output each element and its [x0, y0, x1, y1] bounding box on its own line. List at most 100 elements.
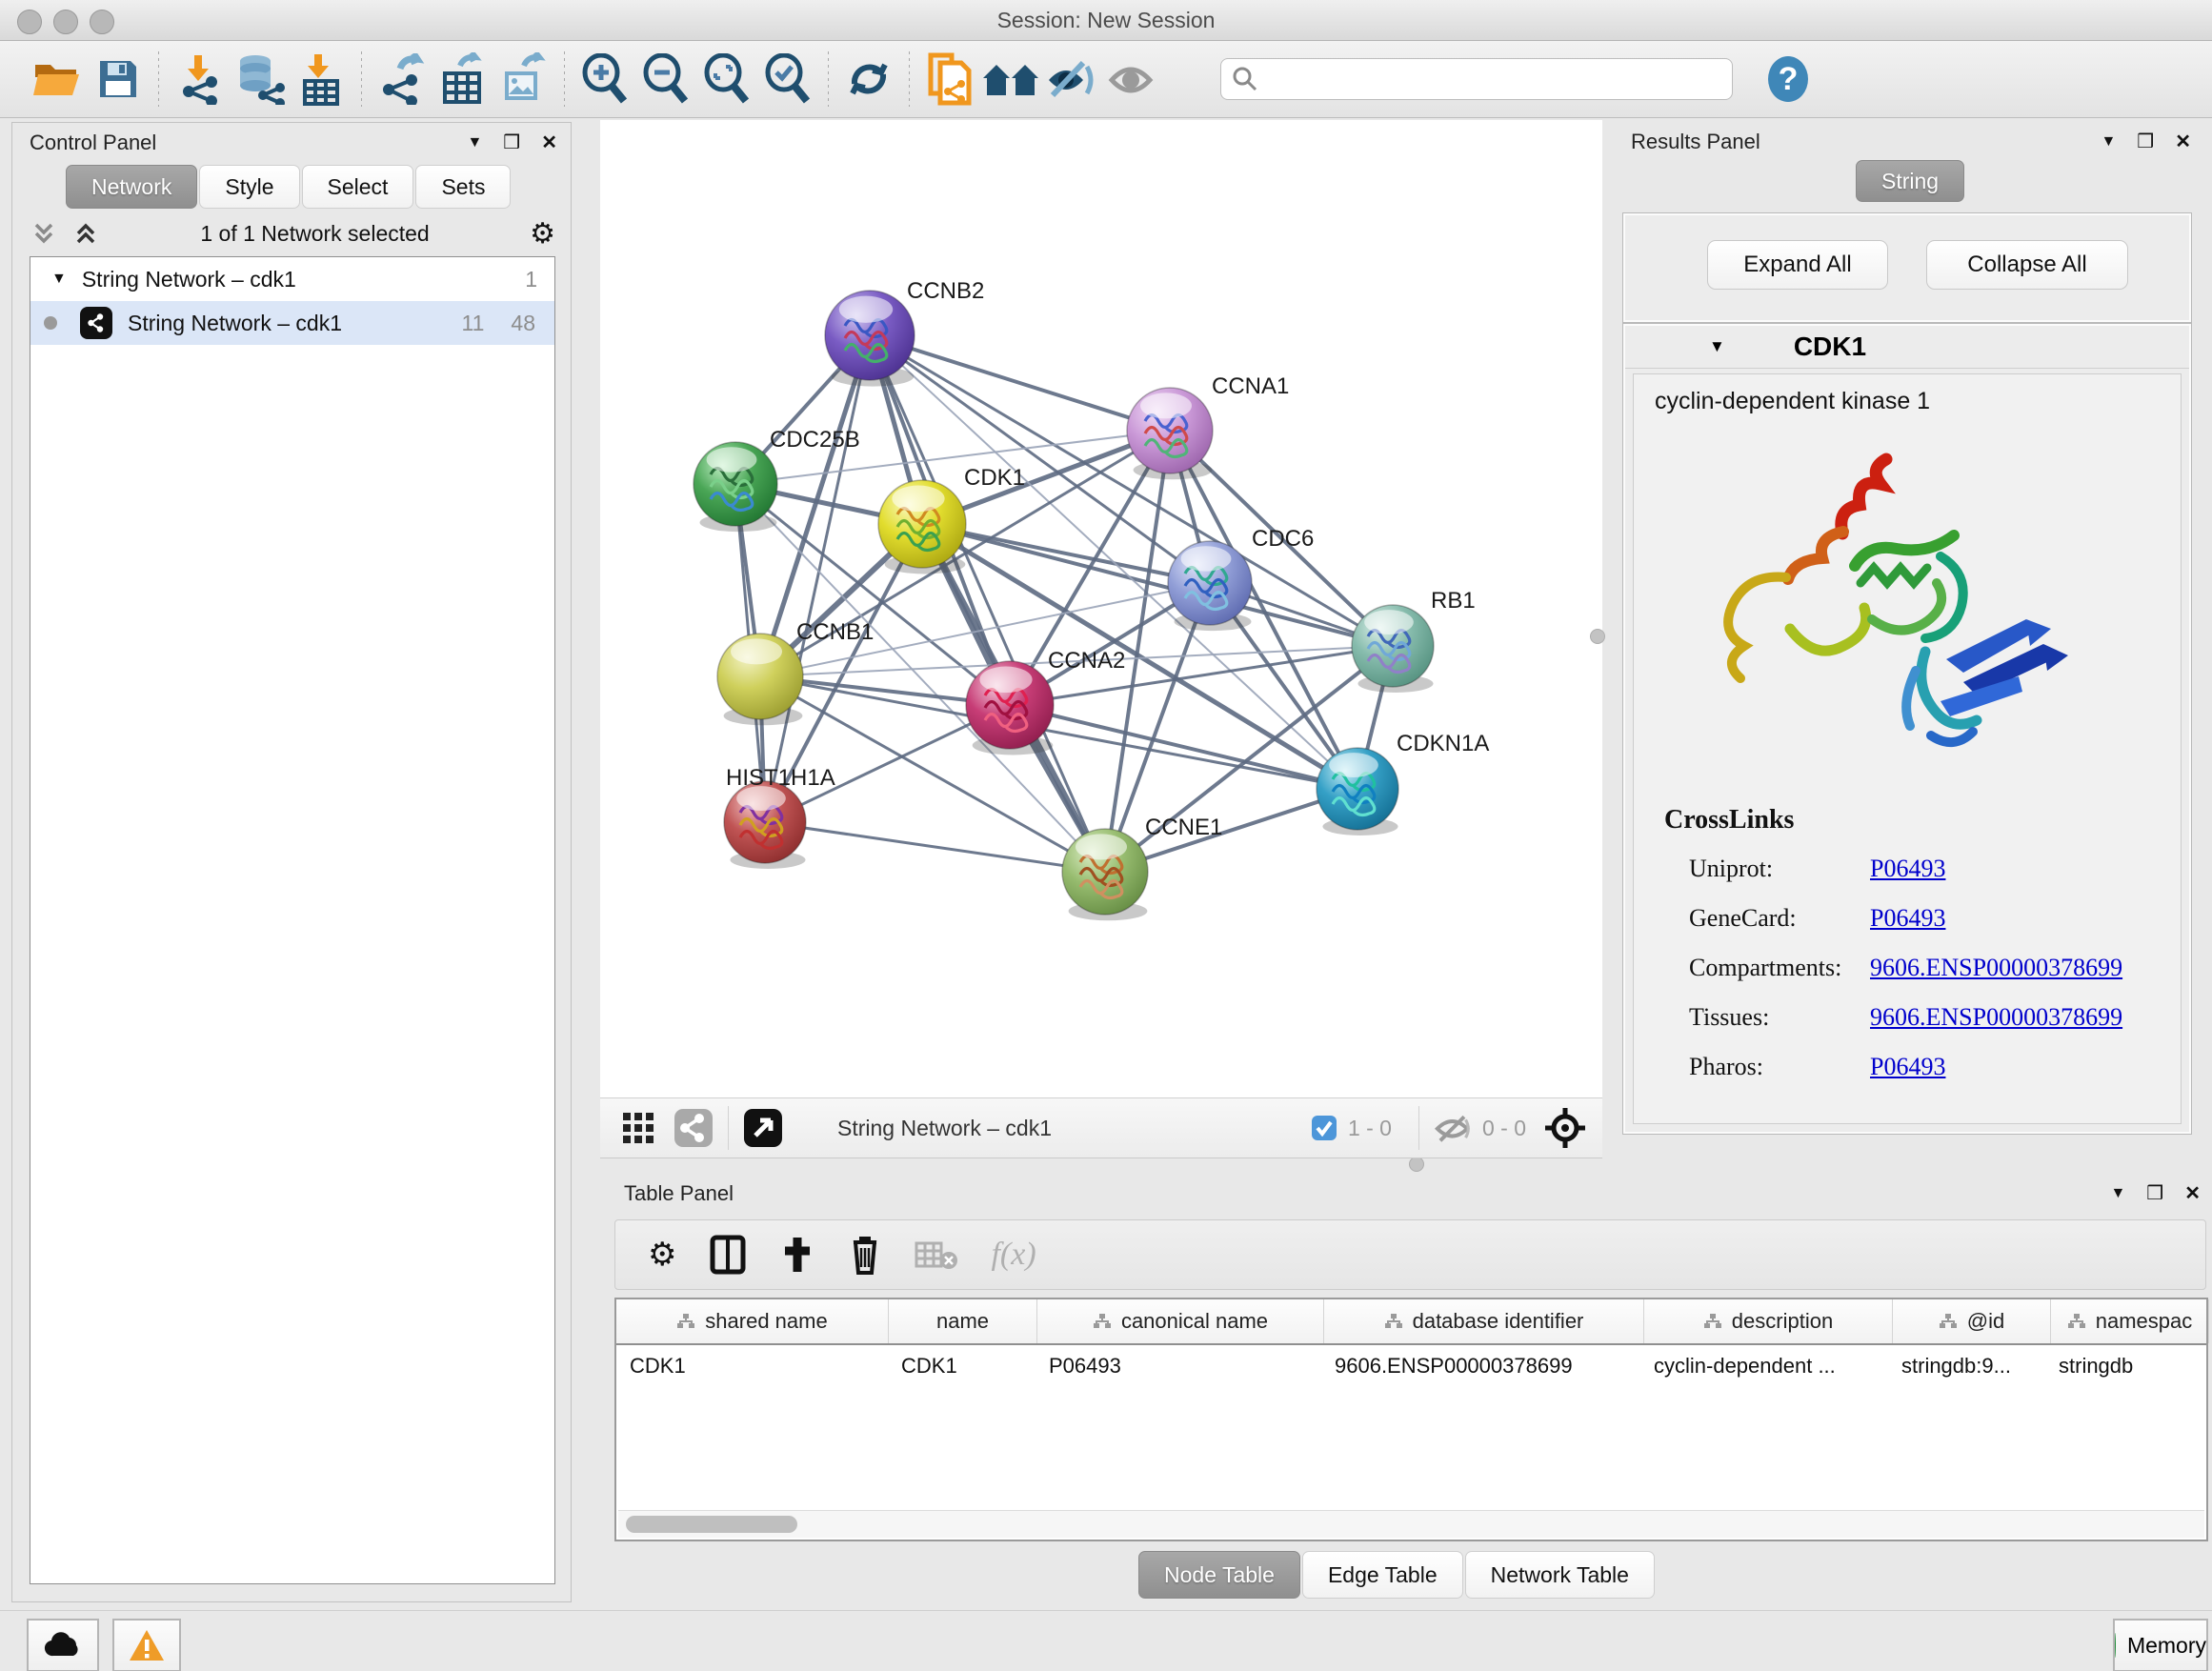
- gene-collapse-icon[interactable]: ▼: [1709, 337, 1725, 356]
- column-header-namespac[interactable]: namespac: [2051, 1299, 2209, 1343]
- crosslink-label: Uniprot:: [1689, 855, 1870, 883]
- column-header-shared-name[interactable]: shared name: [616, 1299, 889, 1343]
- panel-close-icon[interactable]: ✕: [541, 131, 557, 154]
- zoom-fit-button[interactable]: [696, 49, 757, 110]
- tab-network[interactable]: Network: [66, 165, 197, 209]
- selected-checkbox-icon[interactable]: [1310, 1114, 1338, 1142]
- results-close-icon[interactable]: ✕: [2175, 130, 2191, 153]
- node-CDC6[interactable]: CDC6: [1168, 526, 1314, 631]
- results-menu-icon[interactable]: ▼: [2101, 133, 2116, 151]
- node-CDKN1A[interactable]: CDKN1A: [1317, 731, 1489, 836]
- network-row[interactable]: String Network – cdk1 11 48: [30, 301, 554, 345]
- collapse-all-button[interactable]: Collapse All: [1926, 240, 2128, 290]
- detach-view-icon[interactable]: [742, 1107, 784, 1149]
- tab-node-table[interactable]: Node Table: [1138, 1551, 1300, 1599]
- apply-preferred-layout-button[interactable]: [838, 49, 899, 110]
- cell[interactable]: 9606.ENSP00000378699: [1321, 1345, 1640, 1387]
- node-CCNB2[interactable]: CCNB2: [825, 278, 984, 387]
- create-column-icon[interactable]: [779, 1234, 815, 1276]
- table-options-gear-icon[interactable]: ⚙: [648, 1236, 676, 1274]
- cloud-button[interactable]: [27, 1619, 99, 1671]
- network-canvas[interactable]: CCNB2CCNA1CDC25BCDK1CDC6RB1CCNB1CCNA2CDK…: [600, 120, 1602, 1097]
- results-float-icon[interactable]: ❒: [2137, 130, 2154, 153]
- table-close-icon[interactable]: ✕: [2184, 1181, 2201, 1205]
- crosslink-link[interactable]: 9606.ENSP00000378699: [1870, 954, 2122, 982]
- column-header--id[interactable]: @id: [1893, 1299, 2051, 1343]
- crosslink-link[interactable]: P06493: [1870, 855, 1945, 883]
- export-image-button[interactable]: [493, 49, 554, 110]
- tab-select[interactable]: Select: [302, 165, 414, 209]
- column-header-description[interactable]: description: [1644, 1299, 1893, 1343]
- collapse-all-icon[interactable]: [30, 219, 58, 248]
- vertical-splitter-handle[interactable]: [1590, 629, 1605, 644]
- birdseye-crosshair-icon[interactable]: [1543, 1106, 1587, 1150]
- crosslinks-heading: CrossLinks: [1664, 805, 2181, 836]
- zoom-in-button[interactable]: [574, 49, 635, 110]
- cell[interactable]: P06493: [1036, 1345, 1321, 1387]
- network-options-gear-icon[interactable]: ⚙: [530, 217, 555, 251]
- zoom-selected-button[interactable]: [757, 49, 818, 110]
- column-header-name[interactable]: name: [889, 1299, 1037, 1343]
- column-header-canonical-name[interactable]: canonical name: [1037, 1299, 1324, 1343]
- scrollbar-thumb[interactable]: [626, 1516, 797, 1533]
- import-table-from-file-button[interactable]: [291, 49, 352, 110]
- export-network-button[interactable]: [372, 49, 432, 110]
- panel-menu-icon[interactable]: ▼: [467, 134, 482, 151]
- import-network-from-file-button[interactable]: [169, 49, 230, 110]
- delete-column-icon[interactable]: [848, 1233, 882, 1277]
- cell[interactable]: stringdb: [2045, 1345, 2202, 1387]
- memory-button[interactable]: Memory: [2113, 1619, 2208, 1671]
- expand-all-icon[interactable]: [71, 219, 100, 248]
- save-session-button[interactable]: [88, 49, 149, 110]
- export-image-icon: [499, 52, 549, 106]
- node-label-RB1: RB1: [1431, 588, 1476, 614]
- gene-section-header[interactable]: ▼ CDK1: [1625, 326, 2189, 369]
- main-toolbar: ?: [0, 41, 2212, 118]
- table-row[interactable]: CDK1CDK1P064939606.ENSP00000378699cyclin…: [616, 1345, 2206, 1387]
- export-table-button[interactable]: [432, 49, 493, 110]
- table-menu-icon[interactable]: ▼: [2110, 1185, 2125, 1202]
- tree-expand-icon[interactable]: ▼: [51, 271, 67, 288]
- clone-network-button[interactable]: [919, 49, 980, 110]
- network-view-icon[interactable]: [673, 1107, 714, 1149]
- expand-all-button[interactable]: Expand All: [1707, 240, 1888, 290]
- import-network-from-database-button[interactable]: [230, 49, 291, 110]
- crosslink-link[interactable]: P06493: [1870, 904, 1945, 933]
- cell[interactable]: cyclin-dependent ...: [1640, 1345, 1888, 1387]
- crosslink-link[interactable]: 9606.ENSP00000378699: [1870, 1003, 2122, 1032]
- network-selection-text: 1 of 1 Network selected: [100, 221, 530, 247]
- table-horizontal-scrollbar[interactable]: [618, 1510, 2204, 1538]
- node-RB1[interactable]: RB1: [1352, 588, 1476, 693]
- node-HIST1H1A[interactable]: HIST1H1A: [724, 765, 835, 869]
- hide-selected-button[interactable]: [1041, 49, 1102, 110]
- table-float-icon[interactable]: ❒: [2146, 1181, 2163, 1205]
- tab-network-table[interactable]: Network Table: [1465, 1551, 1655, 1599]
- cell[interactable]: stringdb:9...: [1888, 1345, 2045, 1387]
- grid-view-icon[interactable]: [619, 1109, 657, 1147]
- cloud-icon: [42, 1631, 84, 1660]
- edge-CCNB2-CCNA1[interactable]: [870, 335, 1170, 431]
- search-box: [1220, 58, 1733, 100]
- crosslink-link[interactable]: P06493: [1870, 1053, 1945, 1081]
- open-session-button[interactable]: [27, 49, 88, 110]
- network-collection-row[interactable]: ▼ String Network – cdk1 1: [30, 257, 554, 301]
- zoom-out-button[interactable]: [635, 49, 696, 110]
- edge-HIST1H1A-CCNE1[interactable]: [765, 822, 1105, 872]
- home-button[interactable]: [980, 49, 1041, 110]
- node-CDK1[interactable]: CDK1: [878, 465, 1025, 574]
- tab-sets[interactable]: Sets: [415, 165, 511, 209]
- cell[interactable]: CDK1: [616, 1345, 888, 1387]
- node-CCNA1[interactable]: CCNA1: [1127, 373, 1289, 479]
- cell[interactable]: CDK1: [888, 1345, 1036, 1387]
- search-input[interactable]: [1220, 58, 1733, 100]
- tab-string-results[interactable]: String: [1856, 160, 1964, 202]
- help-button[interactable]: ?: [1758, 49, 1819, 110]
- tab-style[interactable]: Style: [199, 165, 299, 209]
- show-columns-icon[interactable]: [709, 1234, 747, 1276]
- tab-edge-table[interactable]: Edge Table: [1302, 1551, 1463, 1599]
- column-header-database-identifier[interactable]: database identifier: [1324, 1299, 1644, 1343]
- panel-float-icon[interactable]: ❒: [503, 131, 520, 154]
- node-label-CDC6: CDC6: [1252, 526, 1314, 552]
- show-all-button[interactable]: [1102, 49, 1163, 110]
- warnings-button[interactable]: [112, 1619, 181, 1671]
